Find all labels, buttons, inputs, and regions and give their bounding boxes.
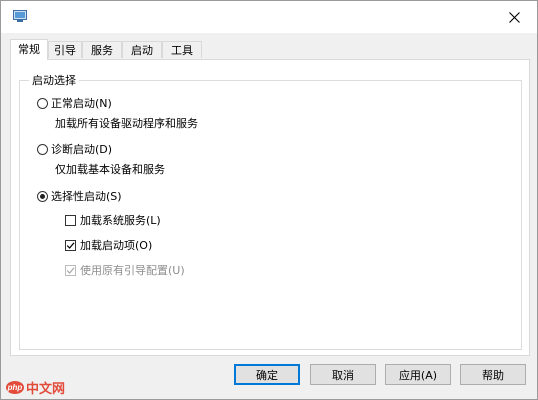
- msconfig-app-icon: [13, 10, 27, 22]
- selective-startup-radio[interactable]: 选择性启动(S): [37, 188, 122, 204]
- load-system-services-checkbox[interactable]: 加载系统服务(L): [65, 212, 161, 228]
- diagnostic-startup-description: 仅加载基本设备和服务: [55, 163, 165, 176]
- checkbox-box-checked[interactable]: [65, 239, 76, 251]
- radio-indicator-selected[interactable]: [37, 190, 48, 202]
- title-bar[interactable]: [1, 1, 537, 33]
- system-configuration-window: 常规 引导 服务 启动 工具 启动选择 正常启动(N) 加载所有设备驱动程序和服…: [0, 0, 538, 400]
- selective-startup-label: 选择性启动(S): [51, 190, 122, 203]
- checkmark-icon: [66, 241, 75, 249]
- normal-startup-description: 加载所有设备驱动程序和服务: [55, 117, 198, 130]
- tab-startup[interactable]: 启动: [122, 41, 162, 58]
- checkbox-box[interactable]: [65, 214, 76, 226]
- diagnostic-startup-radio[interactable]: 诊断启动(D): [37, 141, 112, 157]
- tab-tools[interactable]: 工具: [162, 41, 202, 58]
- checkmark-icon: [66, 266, 75, 274]
- tab-services[interactable]: 服务: [82, 41, 122, 58]
- normal-startup-label: 正常启动(N): [51, 97, 112, 110]
- use-original-boot-config-checkbox: 使用原有引导配置(U): [65, 262, 185, 278]
- apply-button[interactable]: 应用(A): [385, 364, 451, 385]
- radio-indicator[interactable]: [37, 97, 48, 109]
- radio-indicator[interactable]: [37, 143, 48, 155]
- php-logo: php: [6, 381, 24, 394]
- diagnostic-startup-label: 诊断启动(D): [51, 143, 113, 156]
- tab-general[interactable]: 常规: [10, 39, 48, 60]
- cancel-button[interactable]: 取消: [310, 364, 376, 385]
- load-system-services-label: 加载系统服务(L): [80, 214, 161, 227]
- ok-button[interactable]: 确定: [234, 364, 300, 385]
- close-button[interactable]: [491, 1, 537, 33]
- close-icon: [508, 11, 520, 23]
- tab-boot[interactable]: 引导: [48, 41, 82, 58]
- normal-startup-radio[interactable]: 正常启动(N): [37, 95, 112, 111]
- group-title: 启动选择: [29, 72, 79, 88]
- load-startup-items-checkbox[interactable]: 加载启动项(O): [65, 237, 152, 253]
- load-startup-items-label: 加载启动项(O): [80, 239, 153, 252]
- general-tab-panel: 启动选择 正常启动(N) 加载所有设备驱动程序和服务 诊断启动(D) 仅加载基本…: [10, 59, 530, 356]
- use-original-boot-config-label: 使用原有引导配置(U): [80, 264, 185, 277]
- checkbox-box-disabled: [65, 264, 76, 276]
- watermark-text: 中文网: [26, 381, 66, 396]
- help-button[interactable]: 帮助: [460, 364, 526, 385]
- watermark: php 中文网: [6, 378, 65, 397]
